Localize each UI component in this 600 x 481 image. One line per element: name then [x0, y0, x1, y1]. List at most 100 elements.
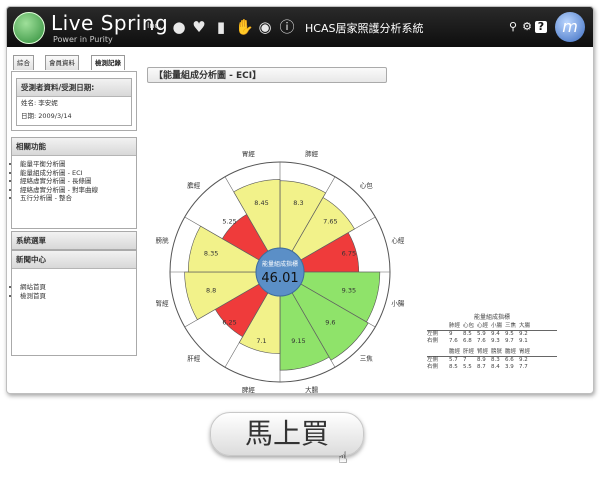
main-title: 【能量組成分析圖 - ECI】 [147, 67, 387, 83]
function-link[interactable]: 能量組成分析圖 - ECI [20, 169, 136, 178]
functions-list: 能量平衡分析圖 能量組成分析圖 - ECI 經絡虛實分析圖 - 長條圖 經絡虛實… [20, 160, 136, 203]
legend-row: 右側 7.6 6.8 7.6 9.3 9.7 9.1 [427, 338, 557, 345]
legend-row-label: 右側 [427, 338, 439, 344]
function-link[interactable]: 經絡虛實分析圖 - 對率曲線 [20, 186, 136, 195]
help-icon[interactable]: ? [535, 21, 547, 33]
brand-inc: Inc. [147, 21, 162, 30]
chart-category-label: 心包 [360, 181, 374, 190]
legend-cell: 6.6 [505, 357, 514, 363]
chart-value-label: 9.6 [325, 318, 335, 326]
chart-category-label: 心經 [391, 235, 405, 244]
chart-category-label: 腎經 [156, 299, 170, 308]
chart-category-label: 小腸 [391, 299, 405, 308]
news-title: 新聞中心 [12, 251, 136, 269]
legend-cell: 8.9 [477, 357, 486, 363]
legend-cell: 3.9 [505, 364, 514, 370]
legend-header: 心包 [463, 323, 475, 329]
search-icon[interactable]: ⚲ [507, 21, 519, 33]
bar-chart-icon[interactable]: ▮ [213, 19, 229, 35]
system-menu-title[interactable]: 系統選單 [12, 232, 136, 249]
chart-value-label: 8.8 [206, 286, 216, 294]
legend-cell: 9.2 [519, 357, 528, 363]
function-link[interactable]: 能量平衡分析圖 [20, 160, 136, 169]
legend-cell: 9.7 [505, 338, 514, 344]
app-title: HCAS居家照護分析系統 [305, 22, 424, 35]
legend-cell: 8.7 [477, 364, 486, 370]
m-logo[interactable]: m [555, 12, 585, 42]
legend-row: 左側 9 8.5 5.9 9.4 9.5 9.2 [427, 330, 557, 338]
legend-cell: 5.5 [463, 364, 472, 370]
legend-row-label: 左側 [427, 331, 439, 337]
legend-cell: 9.5 [505, 331, 514, 337]
legend-header: 腎經 [477, 349, 489, 355]
app-window: Live Spring Inc. Power in Purity ● ♥ ▮ ✋… [6, 6, 594, 394]
legend-header: 肺經 [449, 323, 461, 329]
legend-cell: 6.8 [463, 338, 472, 344]
legend-row-label: 左側 [427, 357, 439, 363]
chart-value-label: 6.25 [222, 318, 236, 326]
legend-row: 右側 8.5 5.5 8.7 8.4 3.9 7.7 [427, 364, 557, 371]
legend-cell: 9 [449, 331, 453, 337]
functions-panel: 相關功能 能量平衡分析圖 能量組成分析圖 - ECI 經絡虛實分析圖 - 長條圖… [11, 137, 137, 229]
tab-test-records[interactable]: 檢測記錄 [91, 55, 125, 70]
legend-cell: 7 [463, 357, 467, 363]
legend-header: 大腸 [519, 323, 531, 329]
legend-cell: 9.4 [491, 331, 500, 337]
legend-table: 能量組成指標 肺經 心包 心經 小腸 三焦 大腸 左側 9 8.5 5.9 9.… [427, 312, 557, 371]
news-link[interactable]: 網站首頁 [20, 283, 136, 292]
legend-header-row: 膽經 肝經 腎經 膀胱 膽經 胃經 [427, 349, 557, 356]
legend-cell: 8.4 [491, 364, 500, 370]
chart-category-label: 肺經 [305, 149, 319, 158]
tab-summary[interactable]: 綜合 [13, 55, 34, 70]
chart-value-label: 7.65 [323, 218, 337, 226]
legend-header: 肝經 [463, 349, 475, 355]
recipient-name: 姓名: 李安妮 [21, 99, 58, 107]
system-panel: 系統選單 [11, 231, 137, 250]
legend-header: 三焦 [505, 323, 517, 329]
chart-value-label: 5.25 [222, 218, 236, 226]
hand-cursor-icon: ☝ [338, 448, 348, 467]
legend-cell: 7.7 [519, 364, 528, 370]
legend-cell: 8.5 [463, 331, 472, 337]
legend-cell: 5.7 [449, 357, 458, 363]
legend-cell: 9.1 [519, 338, 528, 344]
chart-value-label: 7.1 [256, 337, 266, 345]
chart-category-label: 膽經 [187, 181, 201, 190]
chart-category-label: 三焦 [360, 353, 374, 362]
tab-member-info[interactable]: 會員資料 [45, 55, 79, 70]
header-bar: Live Spring Inc. Power in Purity ● ♥ ▮ ✋… [7, 7, 593, 47]
legend-header: 膀胱 [491, 349, 503, 355]
brand-tagline: Power in Purity [53, 35, 113, 44]
news-list: 網站首頁 檢測首頁 [20, 283, 136, 300]
legend-cell: 5.9 [477, 331, 486, 337]
chart-center-value: 46.01 [261, 271, 298, 286]
function-link[interactable]: 經絡虛實分析圖 - 長條圖 [20, 177, 136, 186]
legend-cell: 9.2 [519, 331, 528, 337]
chart-category-label: 脾經 [242, 385, 256, 394]
info-icon[interactable]: ⓘ [279, 19, 295, 35]
leaf-logo-icon[interactable] [13, 12, 45, 44]
sidebar-tabs: 綜合 會員資料 檢測記錄 [11, 53, 137, 71]
legend-cell: 8.5 [449, 364, 458, 370]
legend-cell: 8.3 [491, 357, 500, 363]
hand-icon[interactable]: ✋ [235, 19, 254, 35]
legend-cell: 7.6 [477, 338, 486, 344]
functions-title: 相關功能 [12, 138, 136, 156]
chart-category-label: 胃經 [242, 149, 256, 158]
chart-value-label: 8.45 [254, 199, 268, 207]
legend-header-row: 肺經 心包 心經 小腸 三焦 大腸 [427, 323, 557, 330]
speech-bubble-icon[interactable]: ◉ [257, 19, 273, 35]
legend-cell: 9.3 [491, 338, 500, 344]
recipient-date: 日期: 2009/3/14 [21, 112, 72, 120]
chart-value-label: 8.3 [293, 199, 303, 207]
chart-category-label: 膀胱 [156, 235, 170, 244]
legend-row-label: 右側 [427, 364, 439, 370]
function-link[interactable]: 五行分析圖 - 整合 [20, 194, 136, 203]
person-icon[interactable]: ● [171, 19, 187, 35]
recipient-title: 受測者資料/受測日期: [17, 79, 131, 97]
legend-header: 膽經 [449, 349, 461, 355]
heart-icon[interactable]: ♥ [191, 19, 207, 35]
news-link[interactable]: 檢測首頁 [20, 292, 136, 301]
gear-icon[interactable]: ⚙ [521, 21, 533, 33]
news-panel: 新聞中心 網站首頁 檢測首頁 [11, 250, 137, 356]
